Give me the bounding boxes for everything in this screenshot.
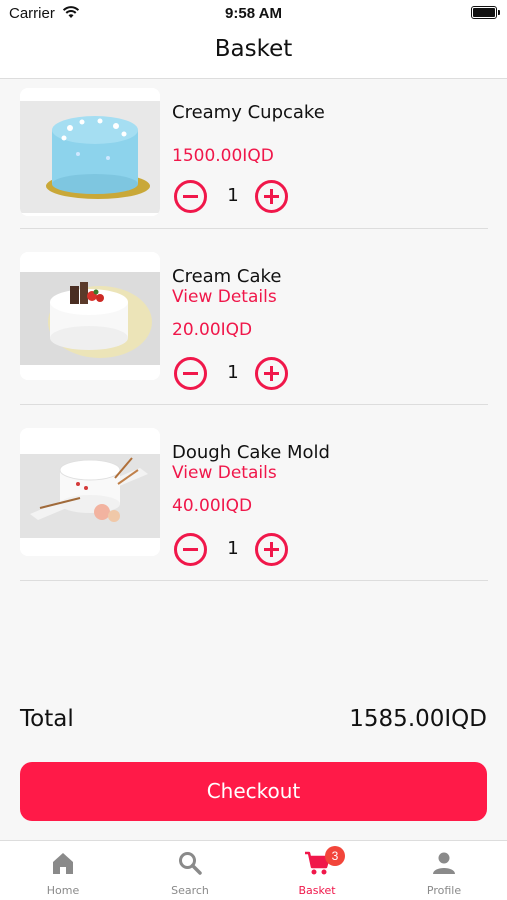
cupcake-photo <box>20 88 160 216</box>
dough-cake-photo <box>20 428 160 556</box>
tab-basket[interactable]: 3 Basket <box>254 841 380 900</box>
total-value: 1585.00IQD <box>349 706 487 732</box>
item-name: Dough Cake Mold <box>172 442 330 463</box>
quantity-value: 1 <box>227 538 239 559</box>
tab-label: Home <box>46 884 80 897</box>
status-bar: Carrier 9:58 AM <box>0 0 507 28</box>
view-details-link[interactable]: View Details <box>172 287 277 307</box>
battery-icon <box>471 6 500 19</box>
checkout-button[interactable]: Checkout <box>20 762 487 821</box>
product-image[interactable] <box>20 88 160 216</box>
status-time: 9:58 AM <box>225 5 282 22</box>
increase-quantity-button[interactable] <box>255 357 288 390</box>
basket-item[interactable]: Creamy Cupcake 1500.00IQD 1 <box>20 88 488 229</box>
cart-count-badge: 3 <box>325 846 345 866</box>
tab-home[interactable]: Home <box>0 841 126 900</box>
person-icon <box>433 852 455 874</box>
increase-quantity-button[interactable] <box>255 533 288 566</box>
quantity-stepper: 1 <box>172 357 292 391</box>
tab-search[interactable]: Search <box>127 841 253 900</box>
search-icon <box>179 852 202 875</box>
item-price: 20.00IQD <box>172 320 253 340</box>
decrease-quantity-button[interactable] <box>174 533 207 566</box>
decrease-quantity-button[interactable] <box>174 357 207 390</box>
home-icon <box>53 853 73 874</box>
tab-profile[interactable]: Profile <box>381 841 507 900</box>
page-title: Basket <box>214 36 293 62</box>
item-price: 40.00IQD <box>172 496 253 516</box>
item-name: Creamy Cupcake <box>172 102 325 123</box>
quantity-value: 1 <box>227 362 239 383</box>
increase-quantity-button[interactable] <box>255 180 288 213</box>
quantity-value: 1 <box>227 185 239 206</box>
view-details-link[interactable]: View Details <box>172 463 277 483</box>
tab-label: Basket <box>298 884 336 897</box>
navigation-header: Basket <box>0 28 507 79</box>
quantity-stepper: 1 <box>172 533 292 567</box>
item-price: 1500.00IQD <box>172 146 274 166</box>
item-name: Cream Cake <box>172 266 282 287</box>
basket-item[interactable]: Dough Cake Mold View Details 40.00IQD 1 <box>20 428 488 581</box>
decrease-quantity-button[interactable] <box>174 180 207 213</box>
tab-label: Profile <box>426 884 462 897</box>
quantity-stepper: 1 <box>172 180 292 214</box>
total-label: Total <box>20 706 74 732</box>
tab-label: Search <box>171 884 209 897</box>
cream-cake-photo <box>20 252 160 380</box>
basket-item[interactable]: Cream Cake View Details 20.00IQD 1 <box>20 252 488 405</box>
tab-bar: Home Search 3 Basket Profile <box>0 840 507 900</box>
product-image[interactable] <box>20 252 160 380</box>
product-image[interactable] <box>20 428 160 556</box>
